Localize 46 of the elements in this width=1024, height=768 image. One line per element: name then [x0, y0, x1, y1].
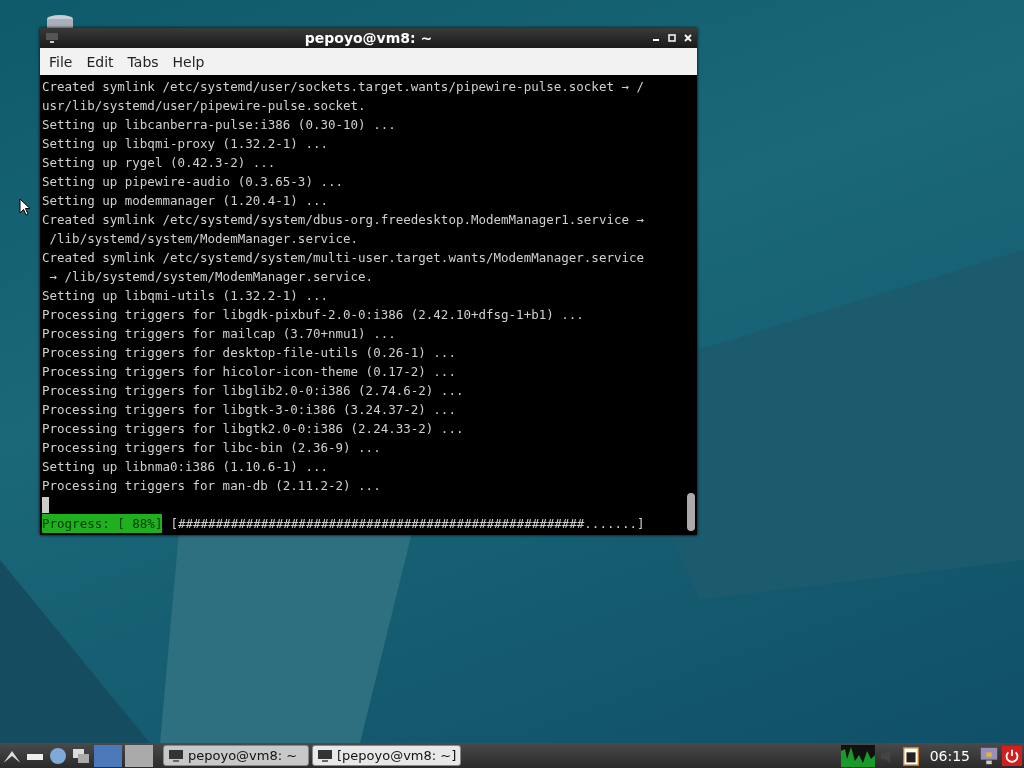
menu-item[interactable]: File — [42, 53, 80, 70]
terminal-line: Setting up libnma0:i386 (1.10.6-1) ... — [42, 458, 329, 476]
workspace-button[interactable] — [125, 744, 153, 767]
menu-item[interactable]: Tabs — [120, 53, 166, 70]
terminal-line: Created symlink /etc/systemd/system/dbus-org.freedesktop.ModemManager1.service → — [42, 211, 646, 229]
progress-text: [######################################################.......] — [170, 515, 645, 533]
terminal-line: Processing triggers for mailcap (3.70+nmu1) ... — [42, 325, 397, 343]
terminal-line: Processing triggers for libc-bin (2.36-9) ... — [42, 439, 382, 457]
text-cursor — [42, 496, 49, 513]
monitor-icon — [168, 748, 184, 763]
terminal-line: Processing triggers for libgtk-3-0:i386 (3.24.37-2) ... — [42, 401, 457, 419]
terminal-line: Setting up libcanberra-pulse:i386 (0.30-10) ... — [42, 116, 397, 134]
progress-label: Progress: [ 88%] — [42, 514, 163, 533]
cpu-graph-icon — [840, 744, 875, 767]
drive-icon[interactable] — [45, 14, 75, 28]
monitor-icon — [317, 748, 333, 763]
terminal-line: Processing triggers for libgtk2.0-0:i386 (2.24.33-2) ... — [42, 420, 465, 438]
maximize-icon[interactable] — [668, 34, 676, 42]
window-title: pepoyo@vm8: ~ — [304, 30, 433, 46]
task-button[interactable]: [pepoyo@vm8: ~] — [312, 745, 462, 766]
terminal-line: Setting up modemmanager (1.20.4-1) ... — [42, 192, 329, 210]
lock-screen-icon[interactable] — [979, 745, 999, 766]
terminal-line: Processing triggers for hicolor-icon-theme (0.17-2) ... — [42, 363, 457, 381]
pointer-icon — [19, 198, 31, 216]
terminal-line: Setting up rygel (0.42.3-2) ... — [42, 154, 277, 172]
terminal-line: Setting up pipewire-audio (0.3.65-3) ... — [42, 173, 345, 191]
terminal-line: Processing triggers for desktop-file-utils (0.26-1) ... — [42, 344, 457, 362]
terminal-line: Setting up libqmi-proxy (1.32.2-1) ... — [42, 135, 329, 153]
terminal-line: → /lib/systemd/system/ModemManager.service. — [48, 268, 375, 286]
terminal-line: usr/lib/systemd/user/pipewire-pulse.socket. — [42, 97, 367, 115]
power-icon[interactable] — [1002, 745, 1022, 766]
scrollbar-thumb[interactable] — [687, 493, 695, 531]
terminal-line: Processing triggers for libglib2.0-0:i386 (2.74.6-2) ... — [42, 382, 465, 400]
task-button[interactable]: pepoyo@vm8: ~ — [163, 745, 309, 766]
menu-item[interactable]: Edit — [79, 53, 121, 70]
terminal-line: Processing triggers for libgdk-pixbuf-2.0-0:i386 (2.42.10+dfsg-1+b1) ... — [42, 306, 585, 324]
terminal-line: /lib/systemd/system/ModemManager.service. — [48, 230, 360, 248]
close-icon[interactable] — [684, 34, 692, 42]
terminal-line: Setting up libqmi-utils (1.32.2-1) ... — [42, 287, 329, 305]
terminal-line: Created symlink /etc/systemd/system/multi-user.target.wants/ModemManager.service — [42, 249, 646, 267]
terminal-line: Created symlink /etc/systemd/user/sockets.target.wants/pipewire-pulse.socket → / — [42, 78, 646, 96]
menu-item[interactable]: Help — [165, 53, 212, 70]
globe-icon[interactable] — [48, 745, 68, 766]
monitor-icon[interactable] — [45, 32, 59, 44]
terminal-line: Processing triggers for man-db (2.11.2-2) ... — [42, 477, 382, 495]
clock[interactable]: 06:15 — [923, 747, 976, 764]
